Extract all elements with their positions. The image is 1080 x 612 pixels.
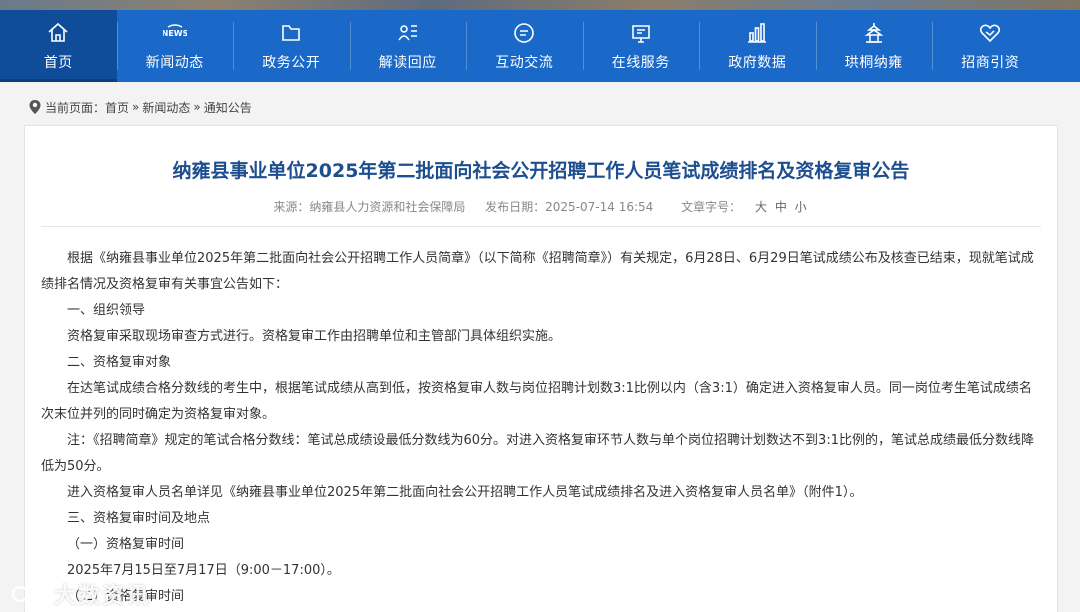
svg-text:NEWS: NEWS (163, 29, 187, 38)
nav-label: 珙桐纳雍 (844, 55, 903, 71)
article-source: 来源：纳雍县人力资源和社会保障局 (273, 200, 466, 214)
watermark-logo-icon (11, 585, 47, 603)
article-paragraph: 二、资格复审对象 (67, 355, 172, 370)
handshake-icon (977, 20, 1003, 46)
article-paragraph: 在达笔试成绩合格分数线的考生中，根据笔试成绩从高到低，按资格复审人数与岗位招聘计… (41, 381, 1032, 422)
nav-label: 新闻动态 (145, 55, 204, 71)
article-paragraph: （一）资格复审时间 (67, 537, 185, 552)
home-icon (45, 20, 71, 46)
nav-item-online-service[interactable]: 在线服务 (582, 10, 700, 82)
article-paragraph: 资格复审采取现场审查方式进行。资格复审工作由招聘单位和主管部门具体组织实施。 (67, 329, 562, 344)
nav-label: 政务公开 (262, 55, 321, 71)
nav-item-interaction[interactable]: 互动交流 (466, 10, 583, 82)
nav-item-gov-data[interactable]: 政府数据 (699, 10, 816, 82)
article-meta: 来源：纳雍县人力资源和社会保障局 发布日期：2025-07-14 16:54 文… (25, 198, 1057, 215)
nav-label: 首页 (43, 55, 73, 71)
article-paragraph: 根据《纳雍县事业单位2025年第二批面向社会公开招聘工作人员简章》（以下简称《招… (41, 251, 1034, 292)
meta-divider (41, 226, 1041, 227)
font-size-medium[interactable]: 中 (775, 200, 787, 214)
watermark: 大数资讯 (10, 578, 150, 610)
font-size-label: 文章字号： (681, 200, 742, 214)
news-icon: NEWS (162, 20, 188, 46)
article-paragraph: 一、组织领导 (67, 303, 146, 318)
nav-label: 在线服务 (611, 55, 670, 71)
breadcrumb-home[interactable]: 首页 (105, 99, 129, 116)
article-body: 根据《纳雍县事业单位2025年第二批面向社会公开招聘工作人员简章》（以下简称《招… (41, 246, 1043, 610)
nav-item-gov-open[interactable]: 政务公开 (233, 10, 350, 82)
breadcrumb-separator: » (132, 100, 140, 114)
article-paragraph: 2025年7月15日至7月17日（9:00－17:00）。 (67, 563, 340, 578)
nav-item-gongtong-nayong[interactable]: 珙桐纳雍 (815, 10, 933, 82)
nav-label: 互动交流 (495, 55, 554, 71)
article-paragraph: （二）资格复审时间 (67, 589, 185, 604)
article-title: 纳雍县事业单位2025年第二批面向社会公开招聘工作人员笔试成绩排名及资格复审公告 (172, 160, 910, 182)
nav-item-news[interactable]: NEWS 新闻动态 (116, 10, 234, 82)
font-size-control: 文章字号： 大 中 小 (673, 200, 809, 214)
top-banner-image (0, 0, 1080, 10)
breadcrumb-separator: » (193, 100, 201, 114)
breadcrumb: 当前页面： 首页 » 新闻动态 » 通知公告 (28, 98, 252, 116)
interpret-icon (395, 20, 421, 46)
article-panel: 纳雍县事业单位2025年第二批面向社会公开招聘工作人员笔试成绩排名及资格复审公告… (24, 125, 1058, 612)
nav-label: 招商引资 (961, 55, 1020, 71)
article-paragraph: 进入资格复审人员名单详见《纳雍县事业单位2025年第二批面向社会公开招聘工作人员… (67, 485, 863, 500)
nav-label: 解读回应 (378, 55, 437, 71)
chart-icon (744, 20, 770, 46)
nav-label: 政府数据 (728, 55, 787, 71)
tower-icon (861, 20, 887, 46)
breadcrumb-news[interactable]: 新闻动态 (142, 99, 190, 116)
nav-item-investment[interactable]: 招商引资 (932, 10, 1049, 82)
article-paragraph: 注：《招聘简章》规定的笔试合格分数线：笔试总成绩设最低分数线为60分。对进入资格… (41, 433, 1034, 474)
location-pin-icon (29, 100, 41, 114)
main-nav: 首页 NEWS 新闻动态 政务公开 解读回应 互动交流 在线服务 政府数据 珙桐… (0, 10, 1080, 82)
service-icon (628, 20, 654, 46)
article-date: 发布日期：2025-07-14 16:54 (485, 200, 654, 214)
article-paragraph: 三、资格复审时间及地点 (67, 511, 211, 526)
breadcrumb-prefix: 当前页面： (45, 100, 106, 115)
folder-icon (278, 20, 304, 46)
chat-icon (511, 20, 537, 46)
nav-item-home[interactable]: 首页 (0, 10, 117, 82)
font-size-large[interactable]: 大 (755, 200, 767, 214)
watermark-text: 大数资讯 (54, 584, 151, 609)
breadcrumb-notices[interactable]: 通知公告 (204, 99, 252, 116)
font-size-small[interactable]: 小 (795, 200, 807, 214)
nav-item-interpret[interactable]: 解读回应 (349, 10, 467, 82)
